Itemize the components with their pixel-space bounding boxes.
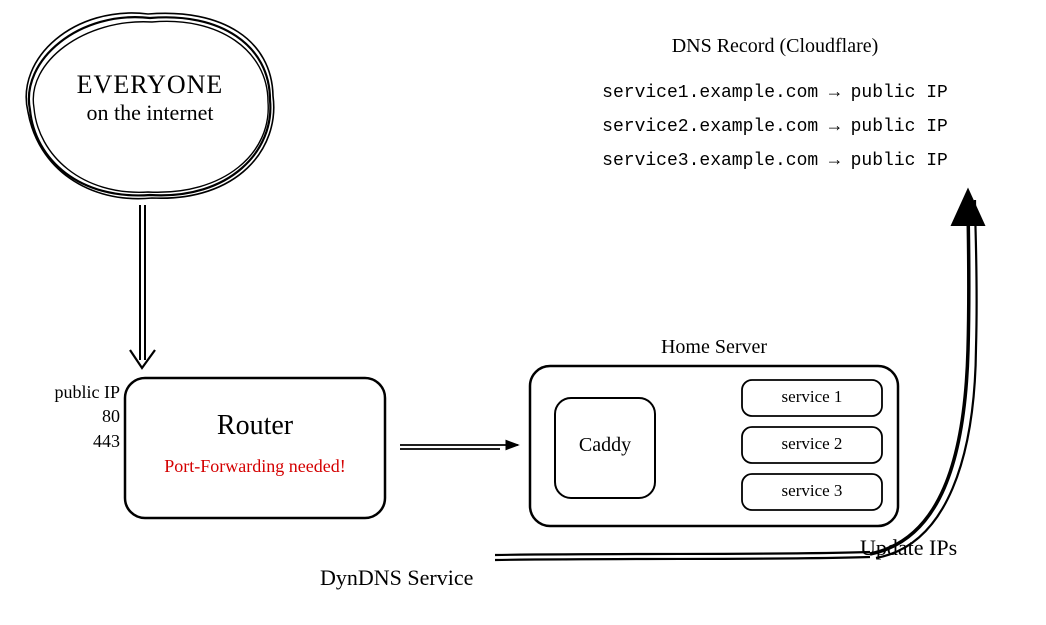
dns-record-3: service3.example.com → public IP <box>560 144 990 178</box>
router-title: Router <box>125 410 385 442</box>
dns-section: DNS Record (Cloudflare) service1.example… <box>560 35 990 179</box>
router-note: Port-Forwarding needed! <box>125 456 385 477</box>
service-3-label: service 3 <box>742 481 882 501</box>
router-port1: 80 <box>30 404 120 428</box>
dns-record-1: service1.example.com → public IP <box>560 76 990 110</box>
arrow-internet-to-router <box>130 205 155 368</box>
caddy-label: Caddy <box>555 434 655 457</box>
cloud-text: EVERYONE on the internet <box>45 70 255 126</box>
router-iplabel: public IP <box>30 380 120 404</box>
service-2-label: service 2 <box>742 434 882 454</box>
home-server-title: Home Server <box>530 336 898 359</box>
cloud-line2: on the internet <box>45 100 255 126</box>
service-1-label: service 1 <box>742 387 882 407</box>
dns-heading: DNS Record (Cloudflare) <box>560 35 990 58</box>
router-content: Router Port-Forwarding needed! <box>125 410 385 477</box>
update-ips-label: Update IPs <box>860 535 957 561</box>
cloud-line1: EVERYONE <box>45 70 255 100</box>
router-port2: 443 <box>30 429 120 453</box>
dyndns-line <box>495 552 870 560</box>
dyndns-label: DynDNS Service <box>320 565 473 591</box>
arrow-router-to-server <box>400 445 518 449</box>
router-ip-label: public IP 80 443 <box>30 380 120 453</box>
arrow-update-ips <box>870 198 977 558</box>
dns-record-2: service2.example.com → public IP <box>560 110 990 144</box>
